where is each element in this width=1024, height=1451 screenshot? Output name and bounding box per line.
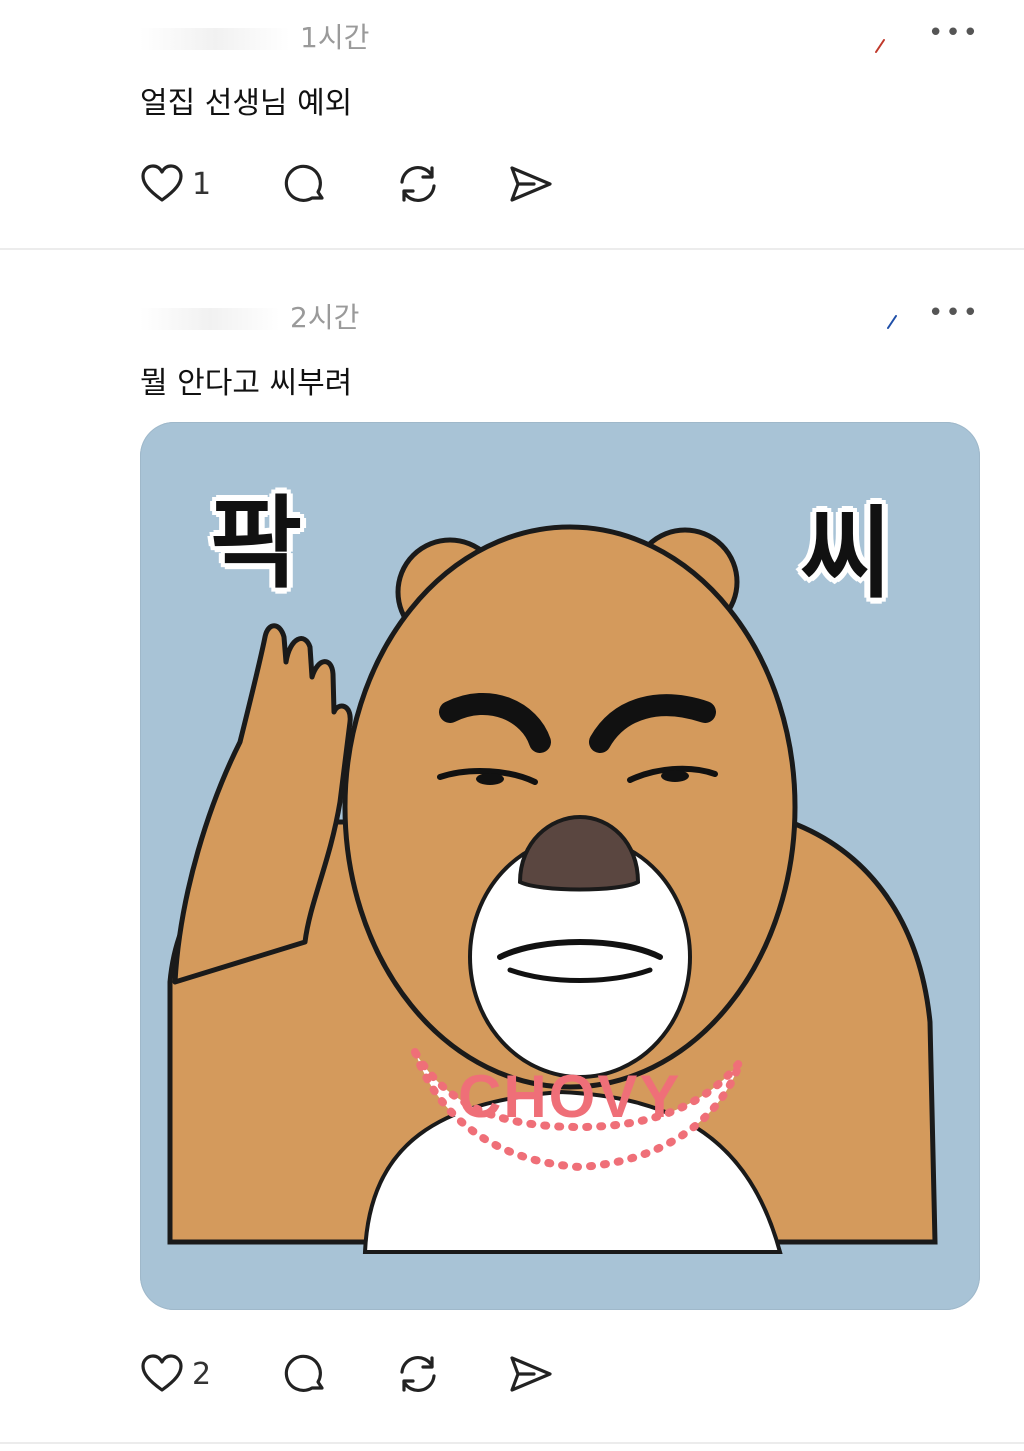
pin-icon	[875, 39, 885, 53]
post-text: 얼집 선생님 예외	[140, 86, 353, 121]
repost-button[interactable]	[394, 160, 442, 208]
thread-post: 1시간 ••• 얼집 선생님 예외 1	[0, 0, 1024, 248]
heart-icon	[141, 1354, 183, 1392]
post-time: 2시간	[290, 301, 360, 334]
post-time: 1시간	[300, 21, 370, 54]
pin-icon	[887, 315, 897, 329]
sticker-caption-right: 씨	[800, 495, 892, 612]
post-divider	[0, 1442, 1024, 1444]
repost-button[interactable]	[394, 1350, 442, 1398]
repost-icon	[400, 166, 436, 202]
reply-icon	[284, 164, 324, 202]
heart-icon	[141, 164, 183, 202]
post-image[interactable]: 팍 씨 CHOVY	[140, 422, 980, 1310]
username-redacted[interactable]	[140, 308, 280, 330]
share-icon	[510, 166, 552, 202]
thread-post: 2시간 ••• 뭘 안다고 씨부려 팍 씨 CHOVY 2	[0, 250, 1024, 1451]
like-count: 2	[192, 1356, 212, 1392]
reply-button[interactable]	[282, 160, 330, 208]
more-options-button[interactable]: •••	[928, 298, 980, 328]
post-meta: 1시간	[140, 16, 369, 56]
share-button[interactable]	[506, 160, 554, 208]
post-text: 뭘 안다고 씨부려	[140, 366, 353, 401]
like-button[interactable]: 2	[138, 1350, 211, 1398]
reply-icon	[284, 1354, 324, 1392]
like-count: 1	[192, 166, 212, 202]
share-icon	[510, 1356, 552, 1392]
more-options-button[interactable]: •••	[928, 18, 980, 48]
like-button[interactable]: 1	[138, 160, 211, 208]
post-meta: 2시간	[140, 296, 359, 336]
repost-icon	[400, 1356, 436, 1392]
avatar[interactable]	[40, 300, 104, 364]
sticker-caption-left: 팍	[210, 485, 302, 602]
share-button[interactable]	[506, 1350, 554, 1398]
bib-text: CHOVY	[458, 1063, 682, 1130]
reply-button[interactable]	[282, 1350, 330, 1398]
username-redacted[interactable]	[140, 28, 290, 50]
avatar[interactable]	[40, 40, 104, 104]
